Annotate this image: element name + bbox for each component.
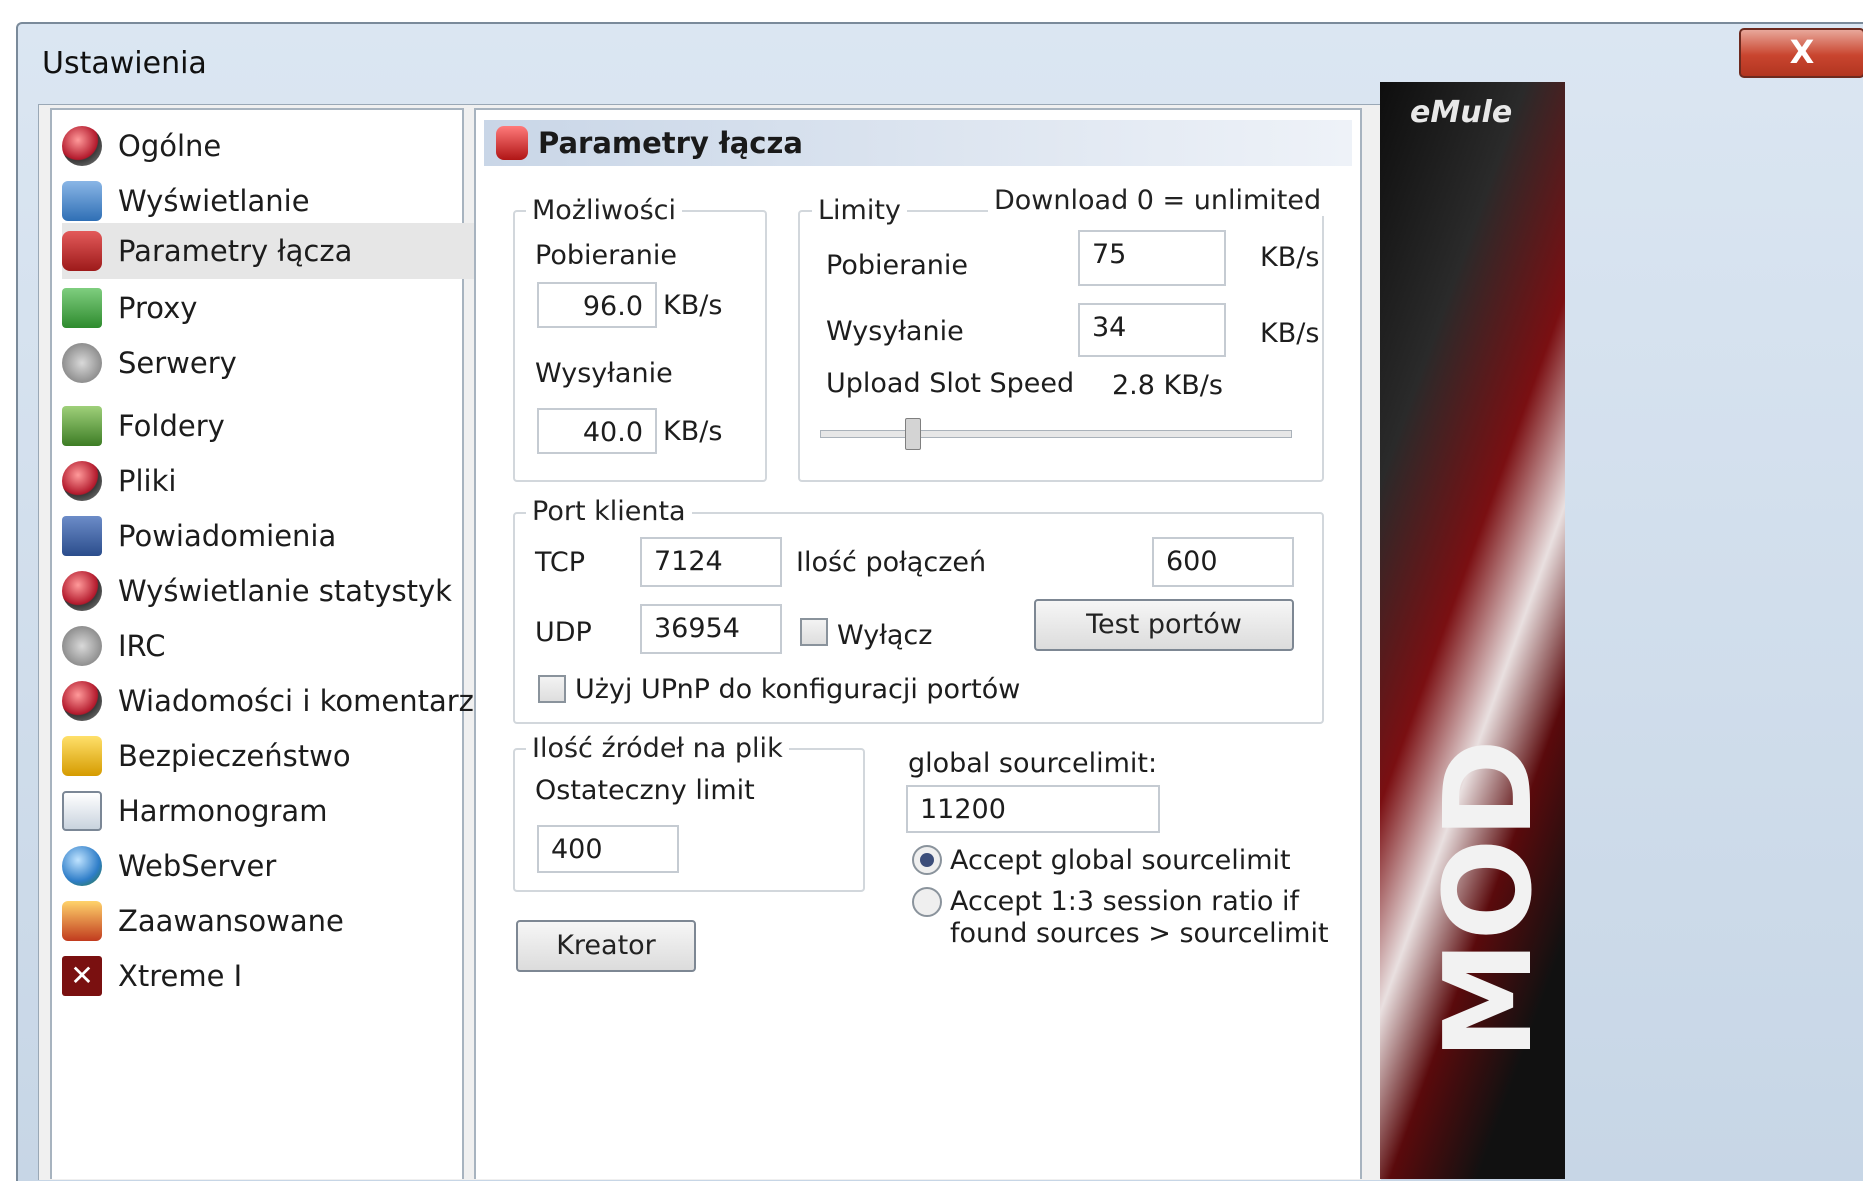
sidebar-item-security[interactable]: Bezpieczeństwo (62, 728, 522, 784)
servers-icon (62, 343, 102, 383)
sidebar-item-files[interactable]: Pliki (62, 453, 522, 509)
limits-note: Download 0 = unlimited (988, 186, 1328, 216)
sidebar-item-label: Foldery (118, 409, 225, 443)
sidebar-item-connection[interactable]: Parametry łącza (62, 223, 522, 279)
accept-ratio-label-line2: found sources > sourcelimit (950, 918, 1329, 949)
connection-icon (62, 231, 102, 271)
sidebar-item-label: IRC (118, 629, 166, 663)
sidebar-item-label: Pliki (118, 464, 177, 498)
page-title: Parametry łącza (538, 126, 803, 160)
sidebar-item-label: Proxy (118, 291, 198, 325)
emule-logo: eMule (1410, 95, 1513, 130)
upload-slot-speed-value: 2.8 KB/s (1112, 370, 1223, 401)
wizard-button[interactable]: Kreator (516, 920, 696, 972)
sidebar-item-webserver[interactable]: WebServer (62, 838, 522, 894)
capacity-download-input[interactable]: 96.0 (537, 282, 657, 328)
upnp-label: Użyj UPnP do konfiguracji portów (575, 674, 1021, 705)
sidebar-item-label: Powiadomienia (118, 519, 337, 553)
sidebar-item-label: WebServer (118, 849, 277, 883)
folders-icon (62, 406, 102, 446)
test-ports-button[interactable]: Test portów (1034, 599, 1294, 651)
capacity-upload-label: Wysyłanie (535, 358, 673, 389)
sidebar-item-advanced[interactable]: Zaawansowane (62, 893, 522, 949)
connection-icon (496, 126, 528, 160)
hard-limit-input[interactable]: 400 (537, 825, 679, 873)
accept-global-radio[interactable] (912, 845, 942, 875)
sidebar-item-label: Wyświetlanie (118, 184, 310, 218)
panel-header: Parametry łącza (484, 120, 1352, 166)
upload-slot-speed-label: Upload Slot Speed (826, 368, 1075, 399)
title-bar: Ustawienia X (18, 24, 1863, 106)
notifications-icon (62, 516, 102, 556)
capacity-download-label: Pobieranie (535, 240, 677, 271)
statistics-icon (62, 571, 102, 611)
accept-ratio-label-line1: Accept 1:3 session ratio if (950, 886, 1300, 917)
window-title: Ustawienia (42, 46, 207, 81)
sidebar-item-notifications[interactable]: Powiadomienia (62, 508, 522, 564)
global-sourcelimit-input[interactable]: 11200 (906, 785, 1160, 833)
sidebar-item-messages[interactable]: Wiadomości i komentarze (62, 673, 522, 729)
disable-udp-checkbox[interactable] (800, 618, 828, 646)
capacity-upload-input[interactable]: 40.0 (537, 408, 657, 454)
advanced-icon (62, 901, 102, 941)
sidebar-item-label: Zaawansowane (118, 904, 344, 938)
calendar-icon (62, 791, 102, 831)
sidebar-item-xtreme[interactable]: ✕ Xtreme I (62, 948, 522, 1004)
lock-icon (62, 736, 102, 776)
global-sourcelimit-label: global sourcelimit: (908, 748, 1158, 779)
settings-sidebar: Ogólne Wyświetlanie Parametry łącza Prox… (50, 108, 522, 1179)
irc-icon (62, 626, 102, 666)
upnp-checkbox[interactable] (538, 675, 566, 703)
limit-upload-input[interactable]: 34 (1078, 303, 1226, 357)
capacity-upload-unit: KB/s (663, 416, 723, 447)
limit-download-unit: KB/s (1260, 242, 1320, 273)
tcp-label: TCP (535, 547, 586, 578)
sidebar-item-folders[interactable]: Foldery (62, 398, 522, 454)
sidebar-item-irc[interactable]: IRC (62, 618, 522, 674)
sidebar-item-label: Bezpieczeństwo (118, 739, 351, 773)
sidebar-item-scheduler[interactable]: Harmonogram (62, 783, 522, 839)
sources-title: Ilość źródeł na plik (526, 734, 789, 764)
disable-udp-label: Wyłącz (837, 620, 933, 651)
capacities-title: Możliwości (526, 196, 683, 226)
capacity-download-unit: KB/s (663, 290, 723, 321)
mod-logo-text: MOD (1420, 738, 1559, 1060)
sidebar-item-statistics[interactable]: Wyświetlanie statystyk (62, 563, 522, 619)
limits-title: Limity (812, 196, 907, 226)
tcp-port-input[interactable]: 7124 (640, 537, 782, 587)
sidebar-item-label: Xtreme I (118, 959, 243, 993)
close-button[interactable]: X (1739, 28, 1863, 78)
hard-limit-label: Ostateczny limit (535, 775, 755, 806)
udp-label: UDP (535, 617, 592, 648)
sidebar-item-label: Harmonogram (118, 794, 328, 828)
limit-download-label: Pobieranie (826, 250, 968, 281)
sidebar-item-label: Wyświetlanie statystyk (118, 574, 452, 608)
sidebar-item-display[interactable]: Wyświetlanie (62, 173, 522, 229)
sidebar-item-label: Serwery (118, 346, 237, 380)
sidebar-item-label: Ogólne (118, 129, 222, 163)
upload-slot-slider-track[interactable] (820, 430, 1292, 438)
proxy-icon (62, 288, 102, 328)
connections-input[interactable]: 600 (1152, 537, 1294, 587)
udp-port-input[interactable]: 36954 (640, 604, 782, 654)
display-icon (62, 181, 102, 221)
sidebar-item-label: Parametry łącza (118, 234, 353, 268)
limit-download-input[interactable]: 75 (1078, 230, 1226, 286)
client-port-title: Port klienta (526, 497, 692, 527)
upload-slot-slider-thumb[interactable] (905, 418, 921, 450)
limit-upload-unit: KB/s (1260, 318, 1320, 349)
accept-ratio-radio[interactable] (912, 887, 942, 917)
xtreme-icon: ✕ (62, 956, 102, 996)
sidebar-item-label: Wiadomości i komentarze (118, 684, 492, 718)
sidebar-item-servers[interactable]: Serwery (62, 335, 522, 391)
messages-icon (62, 681, 102, 721)
sidebar-item-proxy[interactable]: Proxy (62, 280, 522, 336)
accept-global-label: Accept global sourcelimit (950, 845, 1291, 876)
general-icon (62, 126, 102, 166)
files-icon (62, 461, 102, 501)
connections-label: Ilość połączeń (796, 547, 987, 578)
globe-icon (62, 846, 102, 886)
sidebar-item-general[interactable]: Ogólne (62, 118, 522, 174)
limit-upload-label: Wysyłanie (826, 316, 964, 347)
